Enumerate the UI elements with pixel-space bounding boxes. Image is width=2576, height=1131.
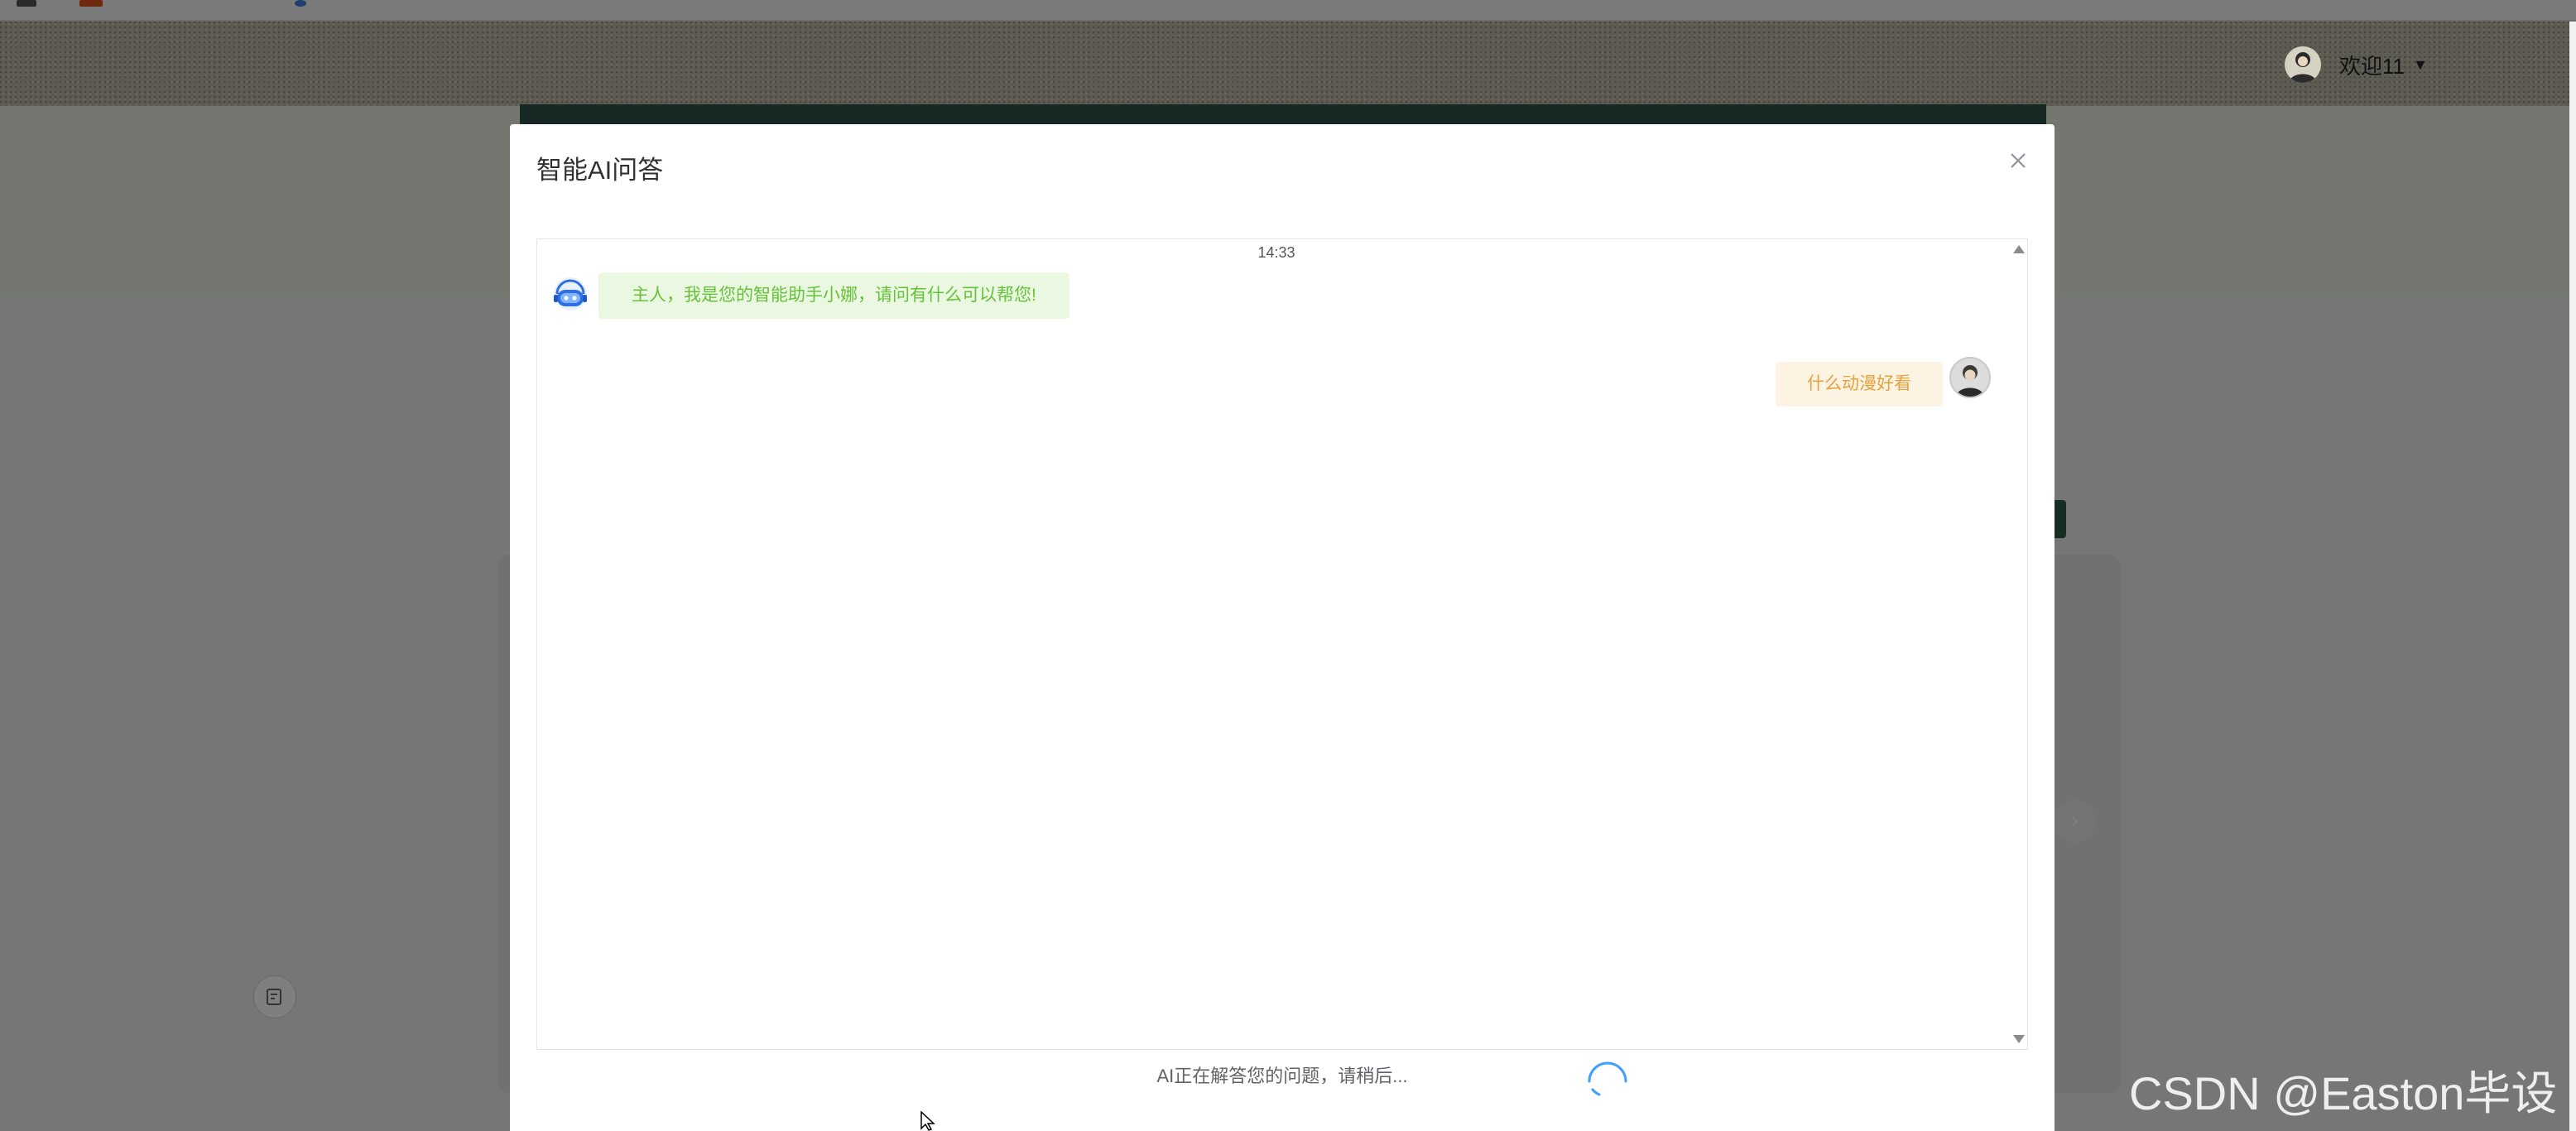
scroll-up-icon[interactable] — [2012, 243, 2026, 256]
watermark: CSDN @Easton毕设 — [2129, 1067, 2558, 1119]
scroll-down-icon[interactable] — [2012, 1032, 2026, 1046]
avatar[interactable] — [2285, 46, 2321, 83]
mouse-cursor-icon — [920, 1110, 939, 1131]
loading-status: AI正在解答您的问题，请稍后... — [510, 1061, 2055, 1088]
user-menu[interactable]: 欢迎11 ▼ — [2285, 41, 2428, 88]
welcome-text[interactable]: 欢迎11 — [2339, 50, 2405, 80]
loading-spinner-icon — [1581, 1055, 1634, 1108]
user-message: 什么动漫好看 — [1776, 362, 1943, 407]
ai-chat-dialog: 智能AI问答 14:33 主人，我是您的智能助手小娜，请问有什么可以帮您! 什么… — [510, 124, 2055, 1131]
chat-timestamp: 14:33 — [1257, 244, 1295, 261]
page-scrollbar[interactable] — [2569, 22, 2576, 1131]
dialog-title: 智能AI问答 — [536, 156, 664, 185]
chevron-down-icon[interactable]: ▼ — [2413, 56, 2428, 74]
loading-text: AI正在解答您的问题，请稍后... — [1156, 1066, 1408, 1086]
chat-history-panel[interactable]: 14:33 主人，我是您的智能助手小娜，请问有什么可以帮您! 什么动漫好看 — [536, 238, 2028, 1050]
assistant-message: 主人，我是您的智能助手小娜，请问有什么可以帮您! — [598, 272, 1069, 319]
robot-icon — [550, 274, 590, 314]
avatar — [1949, 357, 1991, 398]
close-icon[interactable] — [2005, 147, 2031, 174]
